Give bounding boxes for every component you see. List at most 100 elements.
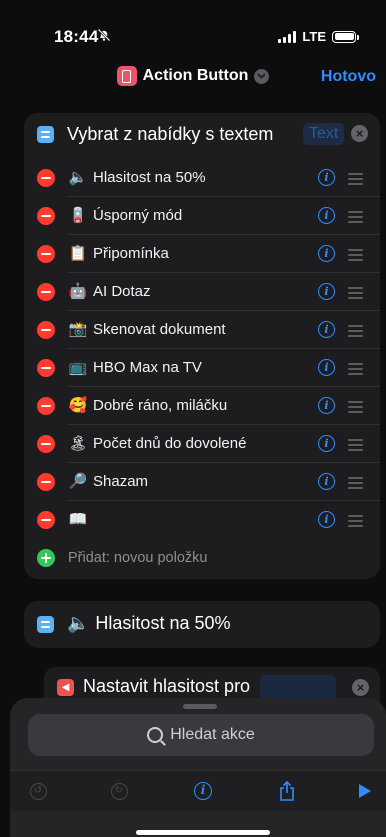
menu-action-icon <box>37 616 54 633</box>
choose-from-menu-action[interactable]: Vybrat z nabídky s textem Text × 🔈 Hlasi… <box>24 113 380 579</box>
remove-item-icon[interactable] <box>37 245 55 263</box>
info-icon: i <box>194 782 212 800</box>
add-item-label[interactable]: Přidat: novou položku <box>68 548 207 568</box>
menu-item-row[interactable]: 🔈 Hlasitost na 50% i <box>24 159 380 197</box>
remove-item-icon[interactable] <box>37 321 55 339</box>
nav-bar: Action Button Hotovo <box>0 60 386 96</box>
chevron-down-icon <box>254 68 270 84</box>
menu-case-action[interactable]: 🔈 Hlasitost na 50% <box>24 601 380 648</box>
search-actions-field[interactable]: Hledat akce <box>28 714 374 756</box>
item-emoji: 🔈 <box>68 169 88 186</box>
remove-item-icon[interactable] <box>37 283 55 301</box>
search-placeholder: Hledat akce <box>170 726 255 743</box>
menu-item-label[interactable]: Úsporný mód <box>93 206 182 226</box>
menu-item-row[interactable]: 🪫 Úsporný mód i <box>24 197 380 235</box>
add-item-icon[interactable] <box>37 549 55 567</box>
done-button[interactable]: Hotovo <box>321 68 376 86</box>
undo-icon: ↺ <box>29 782 47 800</box>
share-button[interactable] <box>276 780 298 802</box>
item-emoji: 📺 <box>68 359 88 376</box>
case-emoji: 🔈 <box>67 613 90 633</box>
drag-handle-icon[interactable] <box>348 211 363 226</box>
action-title: Vybrat z nabídky s textem <box>67 124 274 144</box>
info-icon[interactable]: i <box>318 245 335 262</box>
menu-item-label[interactable]: Dobré ráno, miláčku <box>93 396 227 416</box>
drag-handle-icon[interactable] <box>348 173 363 188</box>
menu-item-label[interactable]: Připomínka <box>93 244 169 264</box>
bell-slash-icon <box>97 28 111 42</box>
text-variable-token[interactable]: Text <box>303 123 345 145</box>
item-emoji: 🔎 <box>68 473 88 490</box>
phone-button-icon <box>116 66 137 86</box>
item-emoji: 🏝 <box>68 435 88 452</box>
run-button[interactable] <box>354 780 376 802</box>
menu-item-label[interactable]: Hlasitost na 50% <box>93 168 206 188</box>
share-icon <box>280 781 294 801</box>
menu-item-row[interactable]: 🔎 Shazam i <box>24 463 380 501</box>
redo-button[interactable]: ↻ <box>108 780 130 802</box>
battery-icon <box>332 30 359 43</box>
item-emoji: 🥰 <box>68 397 88 414</box>
cellular-signal-icon <box>278 30 297 43</box>
drag-handle-icon[interactable] <box>348 287 363 302</box>
menu-item-row[interactable]: 🤖 AI Dotaz i <box>24 273 380 311</box>
status-bar: 18:44 LTE <box>0 0 386 60</box>
drag-handle-icon[interactable] <box>348 249 363 264</box>
menu-item-row[interactable]: 📺 HBO Max na TV i <box>24 349 380 387</box>
item-emoji: 🪫 <box>68 207 88 224</box>
info-icon[interactable]: i <box>318 207 335 224</box>
info-icon[interactable]: i <box>318 283 335 300</box>
editor-toolbar: ↺ ↻ i <box>10 770 386 811</box>
menu-item-row[interactable]: 🥰 Dobré ráno, miláčku i <box>24 387 380 425</box>
shortcut-title: Action Button <box>142 67 249 84</box>
info-button[interactable]: i <box>192 780 214 802</box>
home-indicator[interactable] <box>136 830 270 835</box>
close-icon[interactable]: × <box>352 679 369 696</box>
redo-icon: ↻ <box>110 782 128 800</box>
menu-item-label[interactable]: AI Dotaz <box>93 282 151 302</box>
info-icon[interactable]: i <box>318 169 335 186</box>
drag-handle-icon[interactable] <box>348 515 363 530</box>
item-emoji: 📖 <box>68 511 88 528</box>
remove-item-icon[interactable] <box>37 207 55 225</box>
info-icon[interactable]: i <box>318 435 335 452</box>
info-icon[interactable]: i <box>318 473 335 490</box>
menu-item-label[interactable]: Skenovat dokument <box>93 320 226 340</box>
menu-item-label[interactable]: Shazam <box>93 472 148 492</box>
menu-action-icon <box>37 126 54 143</box>
drag-handle-icon[interactable] <box>348 325 363 340</box>
remove-item-icon[interactable] <box>37 435 55 453</box>
info-icon[interactable]: i <box>318 359 335 376</box>
remove-item-icon[interactable] <box>37 397 55 415</box>
volume-parameter-token[interactable] <box>260 675 336 699</box>
add-item-row[interactable]: Přidat: novou položku <box>24 539 380 577</box>
info-icon[interactable]: i <box>318 321 335 338</box>
item-emoji: 🤖 <box>68 283 88 300</box>
play-icon <box>359 784 371 798</box>
action-title: Nastavit hlasitost pro <box>83 676 251 696</box>
drag-handle-icon[interactable] <box>348 363 363 378</box>
drag-handle-icon[interactable] <box>348 401 363 416</box>
close-icon[interactable]: × <box>351 125 368 142</box>
menu-item-row[interactable]: 🏝 Počet dnů do dovolené i <box>24 425 380 463</box>
actions-sheet: Hledat akce ↺ ↻ i <box>10 698 386 837</box>
remove-item-icon[interactable] <box>37 169 55 187</box>
item-emoji: 📸 <box>68 321 88 338</box>
menu-item-label[interactable]: HBO Max na TV <box>93 358 202 378</box>
menu-item-row[interactable]: 📸 Skenovat dokument i <box>24 311 380 349</box>
menu-item-row[interactable]: 📋 Připomínka i <box>24 235 380 273</box>
undo-button[interactable]: ↺ <box>27 780 49 802</box>
remove-item-icon[interactable] <box>37 473 55 491</box>
drag-handle-icon[interactable] <box>348 439 363 454</box>
menu-item-row[interactable]: 📖 i <box>24 501 380 539</box>
remove-item-icon[interactable] <box>37 511 55 529</box>
search-icon <box>147 727 164 743</box>
sheet-grabber[interactable] <box>183 704 217 709</box>
info-icon[interactable]: i <box>318 397 335 414</box>
case-title: Hlasitost na 50% <box>95 613 231 633</box>
info-icon[interactable]: i <box>318 511 335 528</box>
item-emoji: 📋 <box>68 245 88 262</box>
drag-handle-icon[interactable] <box>348 477 363 492</box>
menu-item-label[interactable]: Počet dnů do dovolené <box>93 434 246 454</box>
remove-item-icon[interactable] <box>37 359 55 377</box>
